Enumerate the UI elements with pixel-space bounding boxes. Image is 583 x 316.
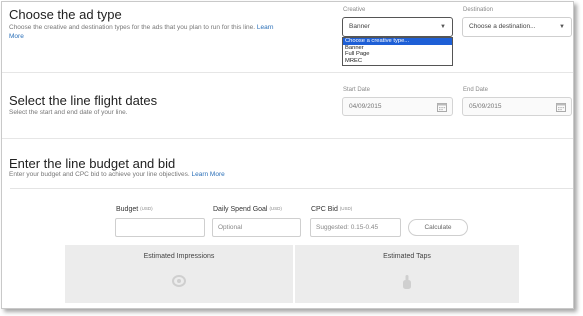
ad-type-title: Choose the ad type [9, 7, 122, 22]
estimated-taps-box: Estimated Taps [295, 245, 519, 303]
estimated-impressions-box: Estimated Impressions [65, 245, 293, 303]
start-date-label: Start Date [343, 87, 371, 93]
destination-select-value: Choose a destination... [469, 23, 536, 30]
chevron-down-icon: ▼ [559, 24, 565, 30]
estimated-impressions-label: Estimated Impressions [143, 253, 215, 260]
chevron-down-icon: ▼ [440, 24, 446, 30]
creative-select[interactable]: Banner ▼ [342, 17, 453, 37]
cpc-bid-input[interactable]: Suggested: 0.15-0.45 [310, 218, 401, 237]
budget-learn-more-link[interactable]: Learn More [191, 171, 224, 178]
creative-option[interactable]: MREC [343, 58, 452, 65]
start-date-value: 04/09/2015 [349, 103, 382, 110]
tap-hand-icon [403, 275, 411, 289]
daily-spend-goal-input[interactable]: Optional [212, 218, 301, 237]
start-date-input[interactable]: 04/09/2015 [342, 97, 453, 116]
end-date-label: End Date [463, 87, 489, 93]
ad-type-description: Choose the creative and destination type… [9, 24, 274, 40]
budget-label: Budget (USD) [116, 206, 153, 213]
calendar-icon[interactable] [437, 102, 447, 112]
destination-label: Destination [463, 7, 494, 13]
end-date-input[interactable]: 05/09/2015 [462, 97, 572, 116]
creative-label: Creative [343, 7, 366, 13]
flight-dates-description: Select the start and end date of your li… [9, 109, 128, 116]
budget-description: Enter your budget and CPC bid to achieve… [9, 171, 225, 178]
section-divider [2, 138, 573, 139]
end-date-value: 05/09/2015 [469, 103, 502, 110]
cpc-bid-label: CPC Bid (USD) [311, 206, 353, 213]
budget-input[interactable] [115, 218, 205, 237]
section-divider [2, 72, 573, 73]
creative-dropdown-list: Choose a creative type... Banner Full Pa… [342, 37, 453, 66]
estimated-taps-label: Estimated Taps [383, 253, 431, 260]
ad-line-setup-form: Choose the ad type Choose the creative a… [1, 1, 574, 309]
destination-select[interactable]: Choose a destination... ▼ [462, 17, 572, 37]
calculate-button[interactable]: Calculate [408, 219, 468, 236]
calendar-icon[interactable] [556, 102, 566, 112]
creative-select-value: Banner [349, 23, 370, 30]
eye-icon [172, 275, 186, 287]
budget-title: Enter the line budget and bid [9, 156, 176, 171]
daily-spend-goal-label: Daily Spend Goal (USD) [213, 206, 282, 213]
flight-dates-title: Select the line flight dates [9, 93, 158, 108]
